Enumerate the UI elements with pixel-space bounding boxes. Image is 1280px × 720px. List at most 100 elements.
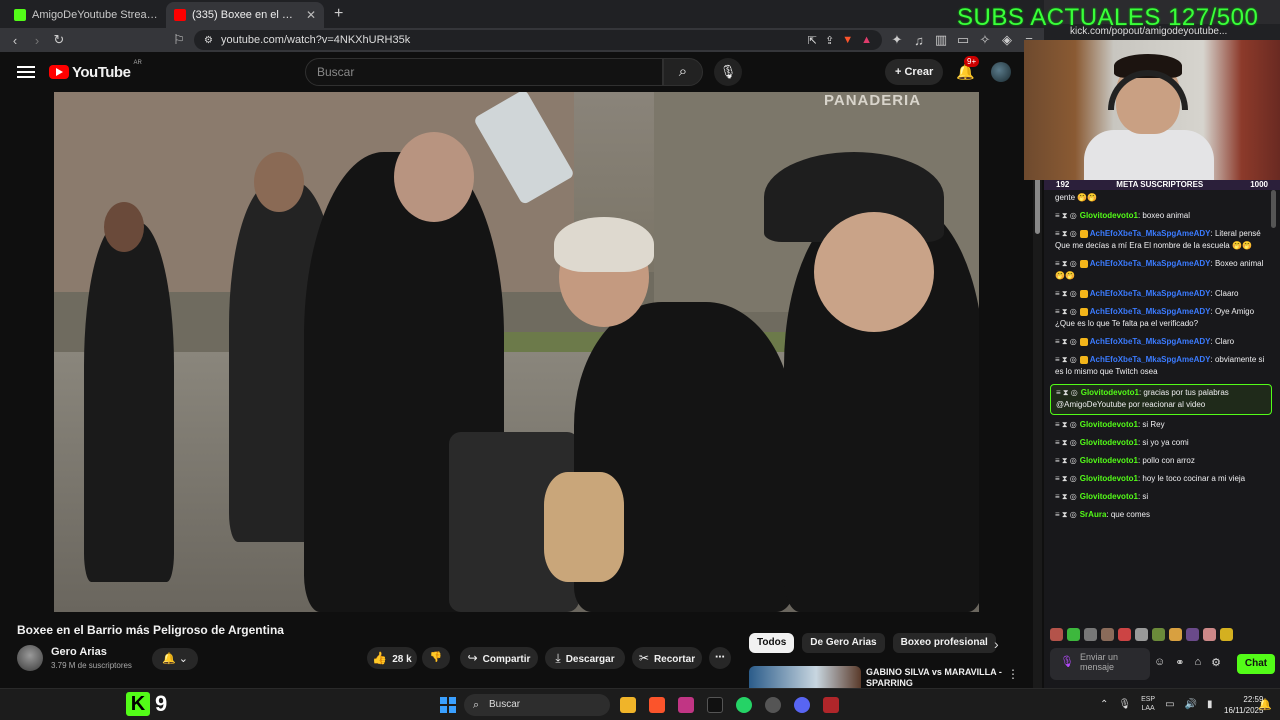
create-button[interactable]: + Crear xyxy=(885,59,944,85)
open-external-icon[interactable]: ⇱ xyxy=(808,34,817,47)
discord-icon[interactable] xyxy=(794,697,810,713)
share-icon[interactable]: ⇪ xyxy=(825,34,834,47)
search-button[interactable]: ⌕ xyxy=(663,58,703,86)
emote-icon[interactable] xyxy=(1135,628,1148,641)
like-button[interactable]: 👍 28 k xyxy=(367,647,417,669)
recommended-video-title[interactable]: GABINO SILVA vs MARAVILLA - SPARRING xyxy=(866,667,1006,687)
chat-input[interactable]: 🎙 Enviar un mensaje xyxy=(1050,648,1150,680)
chat-username[interactable]: AchEfoXbeTa_MkaSpgAmeADY xyxy=(1090,229,1211,238)
chat-scrollbar-thumb[interactable] xyxy=(1271,190,1276,228)
voice-search-button[interactable]: 🎙 xyxy=(714,58,742,86)
send-chat-button[interactable]: Chat xyxy=(1237,654,1275,674)
chevron-up-icon[interactable]: ⌃ xyxy=(1100,699,1108,710)
microphone-tray-icon[interactable]: 🎙 xyxy=(1118,699,1131,710)
emote-icon[interactable] xyxy=(1067,628,1080,641)
volume-icon[interactable]: 🔊 xyxy=(1185,699,1197,710)
chat-username[interactable]: AchEfoXbeTa_MkaSpgAmeADY xyxy=(1090,307,1211,316)
download-button[interactable]: ⤓ Descargar xyxy=(545,647,625,669)
subscription-bell-button[interactable]: 🔔 ⌄ xyxy=(152,648,198,670)
taskbar-search-input[interactable]: ⌕ Buscar xyxy=(464,694,610,716)
chat-username[interactable]: AchEfoXbeTa_MkaSpgAmeADY xyxy=(1090,355,1211,364)
emote-icon[interactable] xyxy=(1050,628,1063,641)
sidebar-icon[interactable]: ▥ xyxy=(934,32,948,48)
notification-icon[interactable]: 🔔 xyxy=(1258,698,1272,711)
store-icon[interactable]: ⌂ xyxy=(1194,656,1201,669)
file-explorer-icon[interactable] xyxy=(620,697,636,713)
more-actions-button[interactable]: ⋯ xyxy=(709,647,731,669)
emote-icon[interactable] xyxy=(1186,628,1199,641)
emote-icon[interactable] xyxy=(1220,628,1233,641)
display-icon[interactable]: ▭ xyxy=(1165,699,1174,710)
language-indicator[interactable]: ESP LAA xyxy=(1141,695,1155,713)
voicemeeter-icon[interactable] xyxy=(823,697,839,713)
chat-username[interactable]: AchEfoXbeTa_MkaSpgAmeADY xyxy=(1090,337,1211,346)
channel-name[interactable]: Gero Arias xyxy=(51,646,107,658)
hamburger-menu-icon[interactable] xyxy=(17,63,35,81)
users-icon[interactable]: ⚭ xyxy=(1175,656,1184,669)
address-bar[interactable]: ⚙ youtube.com/watch?v=4NKXhURH35k ⇱ ⇪ ▼ … xyxy=(194,30,882,50)
extension-puzzle-icon[interactable]: ✦ xyxy=(890,32,904,48)
wallet-icon[interactable]: ▭ xyxy=(956,32,970,48)
emote-icon[interactable] xyxy=(1152,628,1165,641)
more-vertical-icon[interactable]: ⋮ xyxy=(1007,667,1019,681)
chat-username[interactable]: Glovitodevoto1 xyxy=(1080,438,1138,447)
chip-all[interactable]: Todos xyxy=(749,633,795,653)
chip-from-channel[interactable]: De Gero Arias xyxy=(802,633,885,653)
vpn-icon[interactable]: ◈ xyxy=(1000,32,1014,48)
chevron-right-icon[interactable]: › xyxy=(994,636,999,652)
tab-kick-stream[interactable]: AmigoDeYoutube Stream - Kick D xyxy=(6,2,166,28)
clip-button[interactable]: ✂ Recortar xyxy=(632,647,702,669)
tab-title: AmigoDeYoutube Stream - Kick D xyxy=(32,9,158,21)
brave-rewards-icon[interactable]: ▲ xyxy=(861,34,872,46)
chat-username[interactable]: Glovitodevoto1 xyxy=(1080,474,1138,483)
bookmark-icon[interactable]: ⚐ xyxy=(172,32,186,48)
brave-shield-icon[interactable]: ▼ xyxy=(842,34,853,46)
chat-message-list[interactable]: gente 🤭🤭 ≡ ⧗ ◎ Glovitodevoto1: boxeo anima… xyxy=(1044,190,1280,620)
close-tab-icon[interactable]: ✕ xyxy=(306,8,316,22)
back-icon[interactable]: ‹ xyxy=(8,33,22,48)
emote-icon[interactable] xyxy=(1084,628,1097,641)
emote-picker-icon[interactable]: ☺ xyxy=(1154,656,1165,669)
chat-username[interactable]: Glovitodevoto1 xyxy=(1080,456,1138,465)
kick-popout-window: kick.com/popout/amigodeyoutube... 192 ME… xyxy=(1024,0,1280,688)
video-player[interactable]: PANADERIA xyxy=(54,92,979,612)
battery-icon[interactable]: ▮ xyxy=(1207,699,1213,710)
emote-icon[interactable] xyxy=(1203,628,1216,641)
emote-icon[interactable] xyxy=(1169,628,1182,641)
emote-icon[interactable] xyxy=(1118,628,1131,641)
obs-icon[interactable] xyxy=(765,697,781,713)
emote-icon[interactable] xyxy=(1101,628,1114,641)
gear-icon[interactable]: ⚙ xyxy=(1211,656,1221,669)
dislike-button[interactable]: 👎 xyxy=(422,647,450,669)
page-scrollbar[interactable] xyxy=(1033,92,1042,688)
new-tab-button[interactable]: + xyxy=(324,5,353,23)
chat-username[interactable]: Glovitodevoto1 xyxy=(1080,211,1138,220)
chat-username[interactable]: Glovitodevoto1 xyxy=(1080,420,1138,429)
leo-ai-icon[interactable]: ✧ xyxy=(978,32,992,48)
windows-start-icon[interactable] xyxy=(440,697,456,713)
forward-icon[interactable]: › xyxy=(30,33,44,48)
tiktok-icon[interactable] xyxy=(707,697,723,713)
recommended-video-thumbnail[interactable] xyxy=(749,666,861,688)
chat-username[interactable]: AchEfoXbeTa_MkaSpgAmeADY xyxy=(1090,259,1211,268)
site-info-icon[interactable]: ⚙ xyxy=(204,35,213,46)
brave-browser-icon[interactable] xyxy=(649,697,665,713)
youtube-logo[interactable]: YouTube AR xyxy=(49,60,142,81)
instagram-icon[interactable] xyxy=(678,697,694,713)
chip-professional-boxing[interactable]: Boxeo profesional xyxy=(892,633,996,653)
chat-username[interactable]: Glovitodevoto1 xyxy=(1080,492,1138,501)
channel-avatar[interactable] xyxy=(17,645,43,671)
whatsapp-icon[interactable] xyxy=(736,697,752,713)
subscriber-crown-icon xyxy=(1079,289,1088,298)
media-icon[interactable]: ♫ xyxy=(912,33,926,48)
chat-username[interactable]: Glovitodevoto1 xyxy=(1081,388,1139,397)
account-avatar[interactable] xyxy=(991,62,1011,82)
chat-username[interactable]: AchEfoXbeTa_MkaSpgAmeADY xyxy=(1090,289,1211,298)
share-button[interactable]: ↪ Compartir xyxy=(460,647,538,669)
reload-icon[interactable]: ↻ xyxy=(52,32,66,48)
chat-scrollbar[interactable] xyxy=(1271,190,1276,620)
microphone-icon[interactable]: 🎙 xyxy=(1060,657,1074,668)
tab-youtube-video[interactable]: (335) Boxee en el Barrio más Peli ✕ xyxy=(166,2,324,28)
search-input[interactable]: Buscar xyxy=(305,58,663,86)
chat-username[interactable]: SrAura xyxy=(1080,510,1107,519)
